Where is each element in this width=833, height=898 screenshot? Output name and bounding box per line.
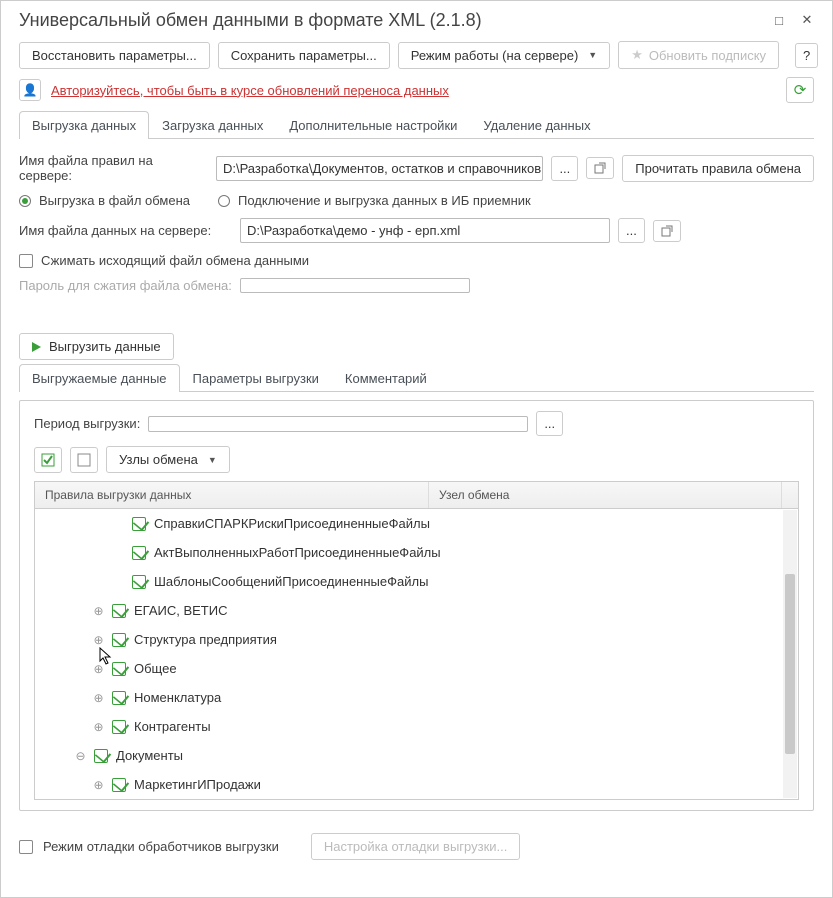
- row-checkbox[interactable]: [132, 546, 146, 560]
- close-icon[interactable]: ✕: [794, 9, 820, 31]
- password-input[interactable]: [240, 278, 470, 293]
- data-browse-button[interactable]: ...: [618, 218, 645, 243]
- work-mode-label: Режим работы (на сервере): [411, 48, 579, 63]
- table-row[interactable]: Структура предприятия: [35, 625, 798, 654]
- work-mode-button[interactable]: Режим работы (на сервере) ▼: [398, 42, 610, 69]
- rules-open-button[interactable]: [586, 157, 614, 179]
- period-input[interactable]: [148, 416, 528, 432]
- table-row[interactable]: МаркетингИПродажи: [35, 770, 798, 799]
- radio-export-file[interactable]: [19, 195, 31, 207]
- row-checkbox[interactable]: [112, 778, 126, 792]
- export-button-label: Выгрузить данные: [49, 339, 161, 354]
- save-params-button[interactable]: Сохранить параметры...: [218, 42, 390, 69]
- expand-icon[interactable]: [93, 663, 104, 674]
- table-row[interactable]: ШаблоныСообщенийПрисоединенныеФайлы: [35, 567, 798, 596]
- table-row[interactable]: СправкиСПАРКРискиПрисоединенныеФайлы: [35, 509, 798, 538]
- auth-link[interactable]: Авторизуйтесь, чтобы быть в курсе обновл…: [51, 83, 449, 98]
- row-label: ШаблоныСообщенийПрисоединенныеФайлы: [154, 574, 428, 589]
- password-label: Пароль для сжатия файла обмена:: [19, 278, 232, 293]
- table-row[interactable]: Номенклатура: [35, 683, 798, 712]
- radio-export-file-label: Выгрузка в файл обмена: [39, 193, 190, 208]
- rules-file-input[interactable]: D:\Разработка\Документов, остатков и спр…: [216, 156, 543, 181]
- row-label: Структура предприятия: [134, 632, 277, 647]
- row-label: Документы: [116, 748, 183, 763]
- expand-icon[interactable]: [93, 779, 104, 790]
- table-row[interactable]: Документы: [35, 741, 798, 770]
- expand-icon[interactable]: [93, 634, 104, 645]
- table-row[interactable]: Общее: [35, 654, 798, 683]
- table-row[interactable]: Контрагенты: [35, 712, 798, 741]
- read-rules-button[interactable]: Прочитать правила обмена: [622, 155, 814, 182]
- row-checkbox[interactable]: [112, 633, 126, 647]
- external-icon: [594, 162, 606, 174]
- scroll-thumb[interactable]: [785, 574, 795, 754]
- window-title: Универсальный обмен данными в формате XM…: [19, 10, 764, 31]
- check-all-icon: [41, 453, 55, 467]
- play-icon: [32, 342, 41, 352]
- data-file-label: Имя файла данных на сервере:: [19, 223, 232, 238]
- row-checkbox[interactable]: [112, 662, 126, 676]
- star-icon: ★: [631, 47, 643, 63]
- row-checkbox[interactable]: [112, 691, 126, 705]
- radio-connect-ib[interactable]: [218, 195, 230, 207]
- row-label: АктВыполненныхРаботПрисоединенныеФайлы: [154, 545, 441, 560]
- data-file-input[interactable]: D:\Разработка\демо - унф - ерп.xml: [240, 218, 610, 243]
- external-icon: [661, 225, 673, 237]
- chevron-down-icon: ▼: [208, 455, 217, 465]
- expand-icon[interactable]: [93, 721, 104, 732]
- rules-browse-button[interactable]: ...: [551, 156, 578, 181]
- refresh-button[interactable]: ⟳: [786, 77, 814, 103]
- update-subscription-label: Обновить подписку: [649, 48, 766, 63]
- tab-export[interactable]: Выгрузка данных: [19, 111, 149, 139]
- debug-mode-checkbox[interactable]: [19, 840, 33, 854]
- compress-checkbox[interactable]: [19, 254, 33, 268]
- row-label: Контрагенты: [134, 719, 211, 734]
- col-node[interactable]: Узел обмена: [429, 482, 782, 508]
- row-checkbox[interactable]: [132, 575, 146, 589]
- help-button[interactable]: ?: [795, 43, 818, 68]
- period-label: Период выгрузки:: [34, 416, 140, 431]
- radio-connect-ib-label: Подключение и выгрузка данных в ИБ прием…: [238, 193, 531, 208]
- avatar-icon: 👤: [19, 79, 41, 101]
- uncheck-all-icon: [77, 453, 91, 467]
- update-subscription-button[interactable]: ★ Обновить подписку: [618, 41, 779, 69]
- table-row[interactable]: АктВыполненныхРаботПрисоединенныеФайлы: [35, 538, 798, 567]
- row-label: Общее: [134, 661, 177, 676]
- tab-export-params[interactable]: Параметры выгрузки: [180, 364, 332, 392]
- tab-exported-data[interactable]: Выгружаемые данные: [19, 364, 180, 392]
- row-label: МаркетингИПродажи: [134, 777, 261, 792]
- row-checkbox[interactable]: [112, 604, 126, 618]
- compress-label: Сжимать исходящий файл обмена данными: [41, 253, 309, 268]
- row-checkbox[interactable]: [112, 720, 126, 734]
- expand-icon[interactable]: [93, 605, 104, 616]
- row-label: ЕГАИС, ВЕТИС: [134, 603, 227, 618]
- row-checkbox[interactable]: [132, 517, 146, 531]
- grid-scrollbar[interactable]: [783, 510, 797, 798]
- debug-mode-label: Режим отладки обработчиков выгрузки: [43, 839, 279, 854]
- uncheck-all-button[interactable]: [70, 447, 98, 473]
- tab-comment[interactable]: Комментарий: [332, 364, 440, 392]
- debug-setup-button[interactable]: Настройка отладки выгрузки...: [311, 833, 521, 860]
- rules-file-label: Имя файла правил на сервере:: [19, 153, 208, 183]
- export-button[interactable]: Выгрузить данные: [19, 333, 174, 360]
- row-checkbox[interactable]: [94, 749, 108, 763]
- period-browse-button[interactable]: ...: [536, 411, 563, 436]
- exchange-nodes-label: Узлы обмена: [119, 452, 198, 467]
- row-label: СправкиСПАРКРискиПрисоединенныеФайлы: [154, 516, 430, 531]
- tab-import[interactable]: Загрузка данных: [149, 111, 276, 139]
- rules-grid: Правила выгрузки данных Узел обмена Спра…: [34, 481, 799, 800]
- collapse-icon[interactable]: [75, 750, 86, 761]
- chevron-down-icon: ▼: [588, 50, 597, 60]
- data-open-button[interactable]: [653, 220, 681, 242]
- tab-settings[interactable]: Дополнительные настройки: [276, 111, 470, 139]
- col-rules[interactable]: Правила выгрузки данных: [35, 482, 429, 508]
- maximize-icon[interactable]: □: [766, 9, 792, 31]
- tab-delete[interactable]: Удаление данных: [470, 111, 603, 139]
- exchange-nodes-button[interactable]: Узлы обмена ▼: [106, 446, 230, 473]
- restore-params-button[interactable]: Восстановить параметры...: [19, 42, 210, 69]
- check-all-button[interactable]: [34, 447, 62, 473]
- expand-icon[interactable]: [93, 692, 104, 703]
- table-row[interactable]: ЕГАИС, ВЕТИС: [35, 596, 798, 625]
- row-label: Номенклатура: [134, 690, 221, 705]
